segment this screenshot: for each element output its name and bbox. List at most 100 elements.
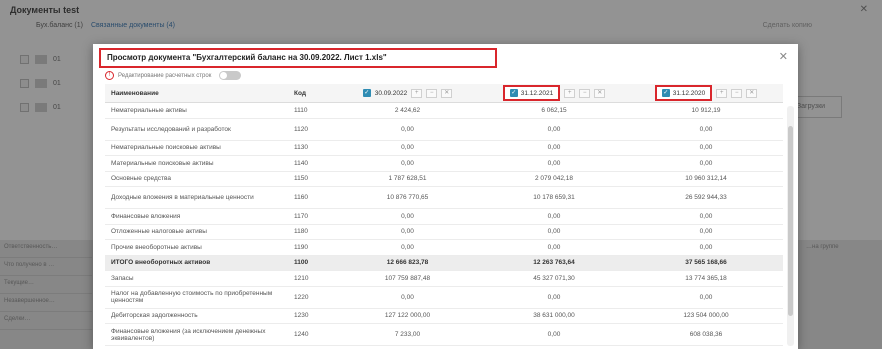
row-value-col-2[interactable]: 0,00 [479,144,629,151]
row-name: Финансовые вложения (за исключением дене… [111,327,266,342]
row-name: Нематериальные поисковые активы [111,144,221,152]
row-value-col-3[interactable]: 0,00 [629,244,783,251]
row-value-col-3[interactable]: 13 774 365,18 [629,275,783,282]
table-row: Результаты исследований и разработок 1120… [105,119,783,141]
remove-column-button[interactable]: − [426,88,438,98]
row-value-col-2[interactable]: 0,00 [479,228,629,235]
header-name: Наименование [111,89,159,97]
row-value-col-2[interactable]: 38 631 000,00 [479,312,629,319]
row-value-col-3[interactable]: 0,00 [629,228,783,235]
row-value-col-1[interactable]: 127 122 000,00 [336,312,479,319]
row-value-col-1[interactable]: 12 666 823,78 [336,259,479,266]
checkbox-checked-icon[interactable]: ✓ [661,89,670,97]
clear-column-button[interactable]: ✕ [594,88,606,98]
remove-column-button[interactable]: − [731,88,743,98]
row-value-col-3[interactable]: 0,00 [629,294,783,301]
row-code: 1160 [294,194,308,201]
row-value-col-1[interactable]: 0,00 [336,228,479,235]
document-preview-modal: Просмотр документа "Бухгалтерский баланс… [93,44,798,349]
table-row: Налог на добавленную стоимость по приобр… [105,287,783,309]
row-value-col-2[interactable]: 0,00 [479,244,629,251]
row-value-col-1[interactable]: 2 424,62 [336,107,479,114]
row-name: Доходные вложения в материальные ценност… [111,194,254,201]
row-code: 1150 [294,175,308,183]
row-name: Нематериальные активы [111,106,187,114]
row-value-col-1[interactable]: 7 233,00 [336,331,479,338]
row-value-col-1[interactable]: 0,00 [336,160,479,167]
row-value-col-1[interactable]: 107 759 887,48 [336,275,479,282]
table-row: Дебиторская задолженность 1230 127 122 000… [105,309,783,324]
table-row: Доходные вложения в материальные ценност… [105,187,783,209]
row-value-col-2[interactable]: 0,00 [479,160,629,167]
row-value-col-2[interactable]: 0,00 [479,331,629,338]
add-column-button[interactable]: + [411,88,423,98]
table-row: Нематериальные активы 1110 2 424,62 6 062,1… [105,103,783,119]
table-row: Нематериальные поисковые активы 1130 0,00 0… [105,141,783,156]
row-value-col-3[interactable]: 608 038,36 [629,331,783,338]
edit-calculated-rows-toggle[interactable] [219,71,242,80]
info-icon: ! [105,71,114,80]
row-value-col-1[interactable]: 0,00 [336,126,479,133]
balance-table: Наименование Код ✓ 30.09.2022 + − ✕ ✓ 31… [105,84,783,346]
row-value-col-1[interactable]: 10 876 770,65 [336,194,479,201]
row-value-col-2[interactable]: 12 263 763,64 [479,259,629,266]
header-col-3: ✓ 31.12.2020 + − ✕ [629,85,783,101]
clear-column-button[interactable]: ✕ [746,88,758,98]
table-row: Отложенные налоговые активы 1180 0,00 0,00 0… [105,225,783,240]
add-column-button[interactable]: + [716,88,728,98]
checkbox-checked-icon[interactable]: ✓ [509,89,518,97]
row-code: 1140 [294,159,308,167]
row-value-col-1[interactable]: 0,00 [336,144,479,151]
table-scrollbar[interactable] [787,106,794,346]
row-value-col-2[interactable]: 45 327 071,30 [479,275,629,282]
row-code: 1130 [294,144,308,152]
row-value-col-1[interactable]: 0,00 [336,213,479,220]
row-value-col-1[interactable]: 0,00 [336,294,479,301]
header-code: Код [294,89,306,97]
row-code: 1220 [294,293,309,301]
column-date: 30.09.2022 [374,89,408,97]
checkbox-checked-icon[interactable]: ✓ [362,89,371,97]
row-value-col-3[interactable]: 10 912,19 [629,107,783,114]
table-row: Финансовые вложения (за исключением дене… [105,324,783,346]
header-col-2: ✓ 31.12.2021 + − ✕ [479,85,629,101]
date-highlight-box: ✓ 31.12.2020 [654,85,713,101]
table-row: ИТОГО внеоборотных активов 1100 12 666 823… [105,255,783,271]
close-icon[interactable]: ✕ [779,50,788,63]
scrollbar-thumb[interactable] [788,126,793,316]
table-row: Финансовые вложения 1170 0,00 0,00 0,00 [105,209,783,225]
column-date: 31.12.2021 [520,89,554,97]
row-value-col-2[interactable]: 0,00 [479,126,629,133]
column-date: 31.12.2020 [672,89,706,97]
row-code: 1230 [294,312,309,320]
row-value-col-3[interactable]: 26 592 944,33 [629,194,783,201]
date-highlight-box: ✓ 31.12.2021 [502,85,561,101]
row-value-col-3[interactable]: 0,00 [629,160,783,167]
row-code: 1170 [294,212,308,220]
row-code: 1110 [294,106,308,114]
row-code: 1190 [294,243,308,251]
row-value-col-3[interactable]: 0,00 [629,144,783,151]
row-value-col-3[interactable]: 123 504 000,00 [629,312,783,319]
row-code: 1210 [294,274,309,282]
row-value-col-2[interactable]: 0,00 [479,294,629,301]
row-value-col-2[interactable]: 6 062,15 [479,107,629,114]
row-value-col-3[interactable]: 0,00 [629,213,783,220]
add-column-button[interactable]: + [564,88,576,98]
remove-column-button[interactable]: − [579,88,591,98]
row-value-col-3[interactable]: 0,00 [629,126,783,133]
table-row: Материальные поисковые активы 1140 0,00 0,0… [105,156,783,172]
row-value-col-1[interactable]: 1 787 628,51 [336,175,479,182]
toggle-label: Редактирование расчетных строк [118,72,212,79]
row-value-col-3[interactable]: 37 565 168,66 [629,259,783,266]
clear-column-button[interactable]: ✕ [441,88,453,98]
edit-toggle-row: ! Редактирование расчетных строк [105,71,242,80]
row-value-col-1[interactable]: 0,00 [336,244,479,251]
row-value-col-2[interactable]: 0,00 [479,213,629,220]
row-name: Результаты исследований и разработок [111,125,231,133]
row-value-col-2[interactable]: 10 178 659,31 [479,194,629,201]
table-row: Основные средства 1150 1 787 628,51 2 079 0… [105,172,783,187]
row-name: Финансовые вложения [111,212,181,220]
row-value-col-3[interactable]: 10 960 312,14 [629,175,783,182]
row-value-col-2[interactable]: 2 079 042,18 [479,175,629,182]
